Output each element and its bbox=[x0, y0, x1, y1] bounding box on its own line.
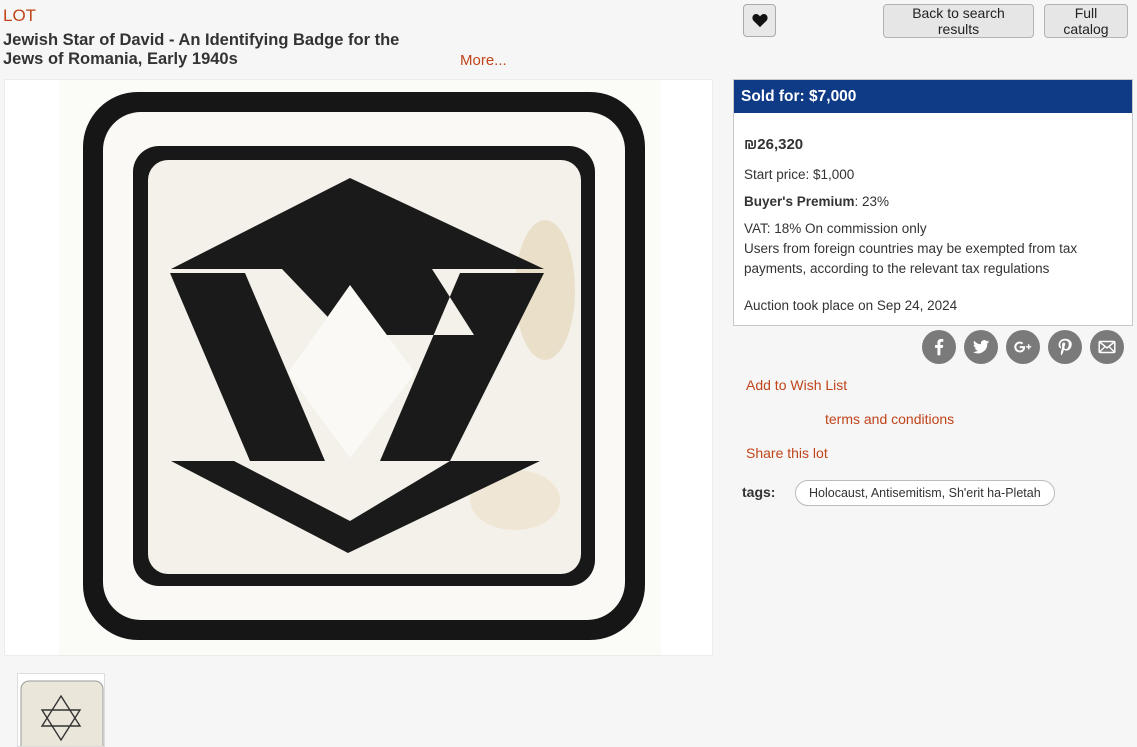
buyers-premium-label: Buyer's Premium bbox=[744, 194, 855, 209]
lot-thumbnail[interactable] bbox=[17, 673, 105, 747]
facebook-icon bbox=[934, 339, 944, 356]
share-this-lot-link[interactable]: Share this lot bbox=[746, 445, 828, 461]
tag-chip[interactable]: Holocaust, Antisemitism, Sh'erit ha-Plet… bbox=[795, 480, 1055, 506]
vat-line: VAT: 18% On commission only bbox=[744, 221, 927, 236]
add-to-wish-list-link[interactable]: Add to Wish List bbox=[746, 377, 847, 393]
more-link[interactable]: More... bbox=[460, 52, 507, 69]
email-share-button[interactable] bbox=[1090, 330, 1124, 364]
lot-label: LOT bbox=[3, 6, 37, 25]
twitter-share-button[interactable] bbox=[964, 330, 998, 364]
facebook-share-button[interactable] bbox=[922, 330, 956, 364]
buyers-premium-value: : 23% bbox=[854, 194, 890, 209]
sold-for-banner: Sold for: $7,000 bbox=[734, 80, 1132, 113]
auction-date: Auction took place on Sep 24, 2024 bbox=[744, 298, 958, 313]
lot-title-line-1: Jewish Star of David - An Identifying Ba… bbox=[3, 31, 400, 49]
lot-title-line-2: Jews of Romania, Early 1940s bbox=[3, 50, 238, 68]
star-of-david-badge-image bbox=[59, 80, 661, 655]
lot-main-image[interactable] bbox=[4, 79, 713, 656]
favorite-button[interactable] bbox=[743, 4, 776, 37]
terms-and-conditions-link[interactable]: terms and conditions bbox=[825, 411, 954, 427]
price-panel: Sold for: $7,000 ₪26,320 Start price: $1… bbox=[733, 79, 1133, 326]
tags-label: tags: bbox=[742, 484, 776, 500]
heart-icon bbox=[751, 14, 768, 28]
email-icon bbox=[1098, 340, 1116, 354]
price-ils: ₪26,320 bbox=[744, 136, 804, 153]
tax-line-1: Users from foreign countries may be exem… bbox=[744, 241, 1078, 256]
pinterest-icon bbox=[1058, 338, 1072, 356]
twitter-icon bbox=[972, 340, 990, 354]
google-plus-share-button[interactable] bbox=[1006, 330, 1040, 364]
lot-title: Jewish Star of David - An Identifying Ba… bbox=[3, 31, 443, 69]
full-catalog-button[interactable]: Full catalog bbox=[1044, 4, 1128, 38]
start-price: Start price: $1,000 bbox=[744, 167, 855, 182]
tax-line-2: payments, according to the relevant tax … bbox=[744, 261, 1050, 276]
google-plus-icon bbox=[1014, 341, 1032, 353]
thumbnail-badge-image bbox=[18, 674, 104, 746]
back-to-search-results-button[interactable]: Back to search results bbox=[883, 4, 1034, 38]
buyers-premium: Buyer's Premium: 23% bbox=[744, 194, 889, 209]
pinterest-share-button[interactable] bbox=[1048, 330, 1082, 364]
